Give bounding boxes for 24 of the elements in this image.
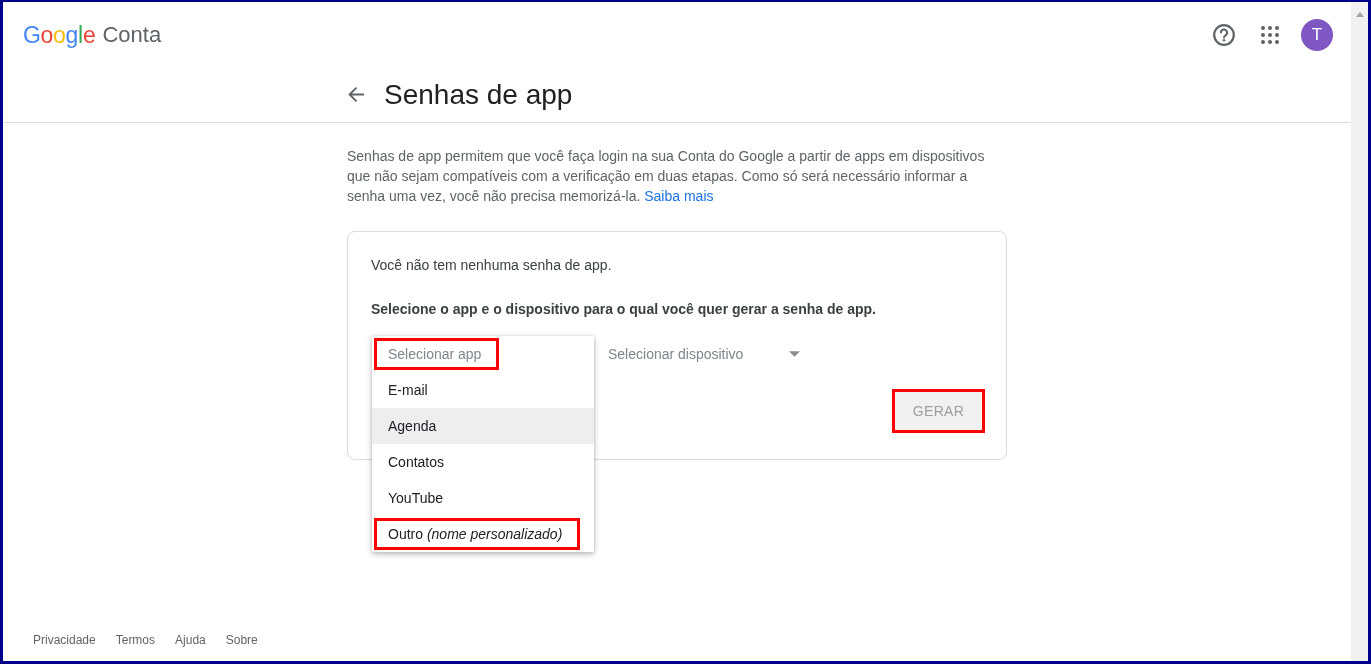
device-select[interactable]: Selecionar dispositivo (608, 336, 801, 372)
menu-item[interactable]: YouTube (372, 480, 594, 516)
help-icon[interactable] (1213, 23, 1235, 46)
footer-link[interactable]: Termos (115, 632, 156, 648)
page-title: Senhas de app (384, 77, 573, 112)
menu-item[interactable]: Outro (nome personalizado) (372, 516, 594, 552)
learn-more-link[interactable]: Saiba mais (644, 188, 714, 204)
caret-icon (789, 351, 801, 357)
product-name: Conta (102, 20, 162, 49)
menu-item[interactable]: Selecionar app (372, 336, 594, 372)
status-text: Você não tem nenhuma senha de app. (371, 256, 613, 275)
footer-link[interactable]: Ajuda (175, 632, 206, 648)
scrollbar[interactable] (1351, 2, 1368, 661)
description-text: Senhas de app permitem que você faça login na sua Conta do Google a partir de apps em dispositivos que não sejam compatíveis com a verificação em duas etapas. Como só será necessário informar a senha uma vez, você não precisa memorizá-la. Saiba mais (347, 147, 986, 206)
menu-item[interactable]: E-mail (372, 372, 594, 408)
instruction-text: Selecione o app e o dispositivo para o qual você quer gerar a senha de app. (371, 300, 877, 319)
menu-item[interactable]: Agenda (372, 408, 594, 444)
menu-item[interactable]: Contatos (372, 444, 594, 480)
apps-grid-icon[interactable] (1261, 25, 1279, 44)
footer-link[interactable]: Privacidade (33, 632, 96, 648)
back-arrow-icon[interactable] (348, 86, 365, 103)
footer-link[interactable]: Sobre (225, 632, 258, 648)
account-avatar[interactable]: T (1301, 18, 1333, 51)
google-wordmark: Google (23, 20, 96, 49)
